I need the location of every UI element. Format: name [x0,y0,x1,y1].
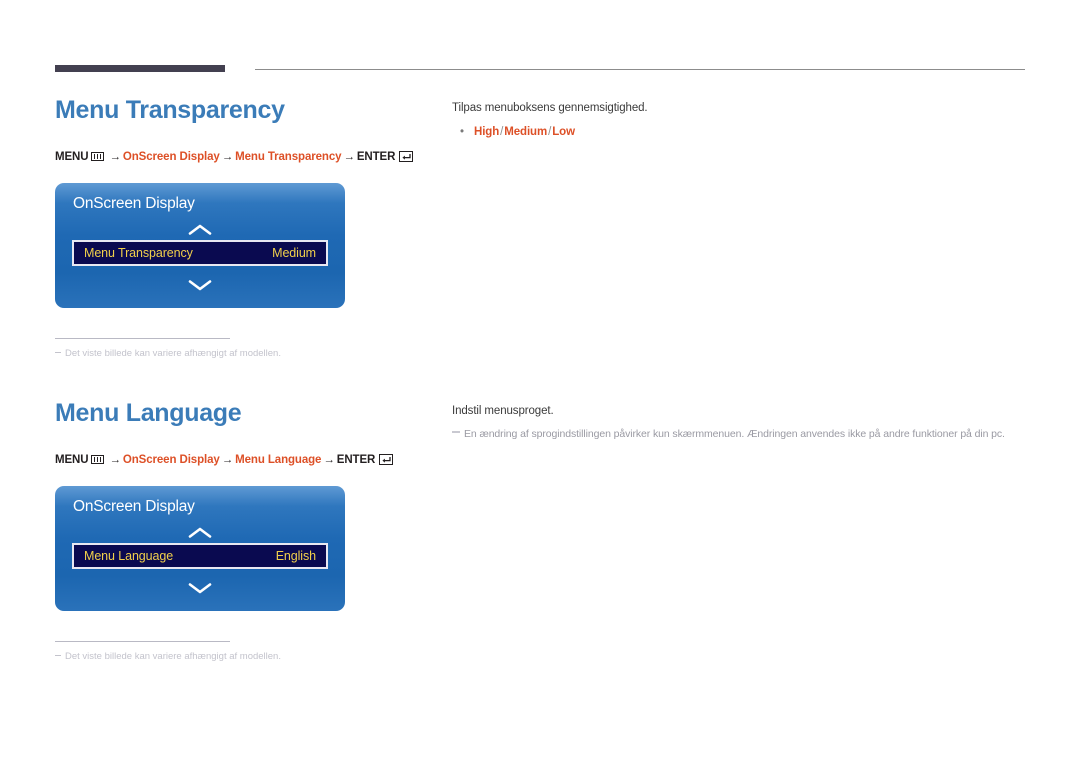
enter-return-icon [379,454,394,465]
breadcrumb-menu-label: MENU [55,151,89,163]
decoration-thin-rule [255,69,1025,70]
footnote: Det viste billede kan variere afhængigt … [55,338,281,360]
breadcrumb-path-onscreen-display[interactable]: OnScreen Display [123,454,220,466]
description-text: Indstil menusproget. [452,405,554,417]
footnote-text: Det viste billede kan variere afhængigt … [65,651,281,662]
option-high: High [474,126,500,138]
breadcrumb-arrow-2: → [221,151,234,163]
chevron-down-icon[interactable] [55,279,345,292]
footnote-dash-icon [55,655,61,656]
footnote-rule [55,641,230,642]
menu-grid-icon [91,455,105,464]
decoration-thick-bar [55,65,225,72]
breadcrumb-arrow-3: → [323,454,335,466]
note-text-wrap: En ændring af sprogindstillingen påvirke… [452,427,1027,442]
osd-row-label: Menu Transparency [84,246,193,260]
option-medium: Medium [504,126,548,138]
osd-row-label: Menu Language [84,549,174,563]
footnote-text-wrap: Det viste billede kan variere afhængigt … [55,347,281,360]
page-title: Menu Language [55,399,242,427]
osd-panel-title: OnScreen Display [73,498,195,515]
footnote-rule [55,338,230,339]
breadcrumb: MENU → OnScreen Display → Menu Language → ENTE… [55,453,435,467]
page-title: Menu Transparency [55,96,285,124]
breadcrumb: MENU → OnScreen Display → Menu Transparency →… [55,150,435,164]
chevron-up-icon[interactable] [55,526,345,539]
breadcrumb-arrow-1: → [109,454,121,466]
footnote-text-wrap: Det viste billede kan variere afhængigt … [55,650,281,663]
breadcrumb-path-onscreen-display[interactable]: OnScreen Display [123,151,220,163]
section-right-column: Indstil menusproget. En ændring af sprog… [452,403,1027,442]
note-text: En ændring af sprogindstillingen påvirke… [464,428,1005,440]
breadcrumb-enter-label: ENTER [336,454,376,466]
top-decoration [55,64,1025,76]
description-text: Tilpas menuboksens gennemsigtighed. [452,102,648,114]
note-dash-icon [452,431,460,433]
osd-selected-row[interactable]: Menu Language English [72,543,328,569]
breadcrumb-path-item[interactable]: Menu Transparency [235,151,341,163]
breadcrumb-path-item[interactable]: Menu Language [235,454,321,466]
document-page: Menu Transparency MENU → OnScreen Display →… [0,0,1080,763]
breadcrumb-enter-label: ENTER [356,151,396,163]
section-left-column: Menu Language MENU → OnScreen Display → Menu… [55,398,435,663]
bullet-icon: • [460,126,464,138]
chevron-up-icon[interactable] [55,223,345,236]
footnote-text: Det viste billede kan variere afhængigt … [65,348,281,359]
osd-row-value: English [275,549,316,563]
breadcrumb-menu-label: MENU [55,454,89,466]
footnote-dash-icon [55,352,61,353]
option-low: Low [552,126,575,138]
osd-panel-title: OnScreen Display [73,195,195,212]
option-list: • High/Medium/Low [460,125,1027,140]
breadcrumb-arrow-3: → [343,151,355,163]
osd-panel: OnScreen Display Menu Transparency Mediu… [55,183,345,308]
section-right-column: Tilpas menuboksens gennemsigtighed. • Hig… [452,100,1027,140]
breadcrumb-arrow-2: → [221,454,234,466]
section-left-column: Menu Transparency MENU → OnScreen Display →… [55,95,435,360]
menu-grid-icon [91,152,105,161]
chevron-down-icon[interactable] [55,582,345,595]
enter-return-icon [399,151,414,162]
footnote: Det viste billede kan variere afhængigt … [55,641,281,663]
osd-row-value: Medium [272,246,316,260]
osd-panel: OnScreen Display Menu Language English [55,486,345,611]
breadcrumb-arrow-1: → [109,151,121,163]
osd-selected-row[interactable]: Menu Transparency Medium [72,240,328,266]
